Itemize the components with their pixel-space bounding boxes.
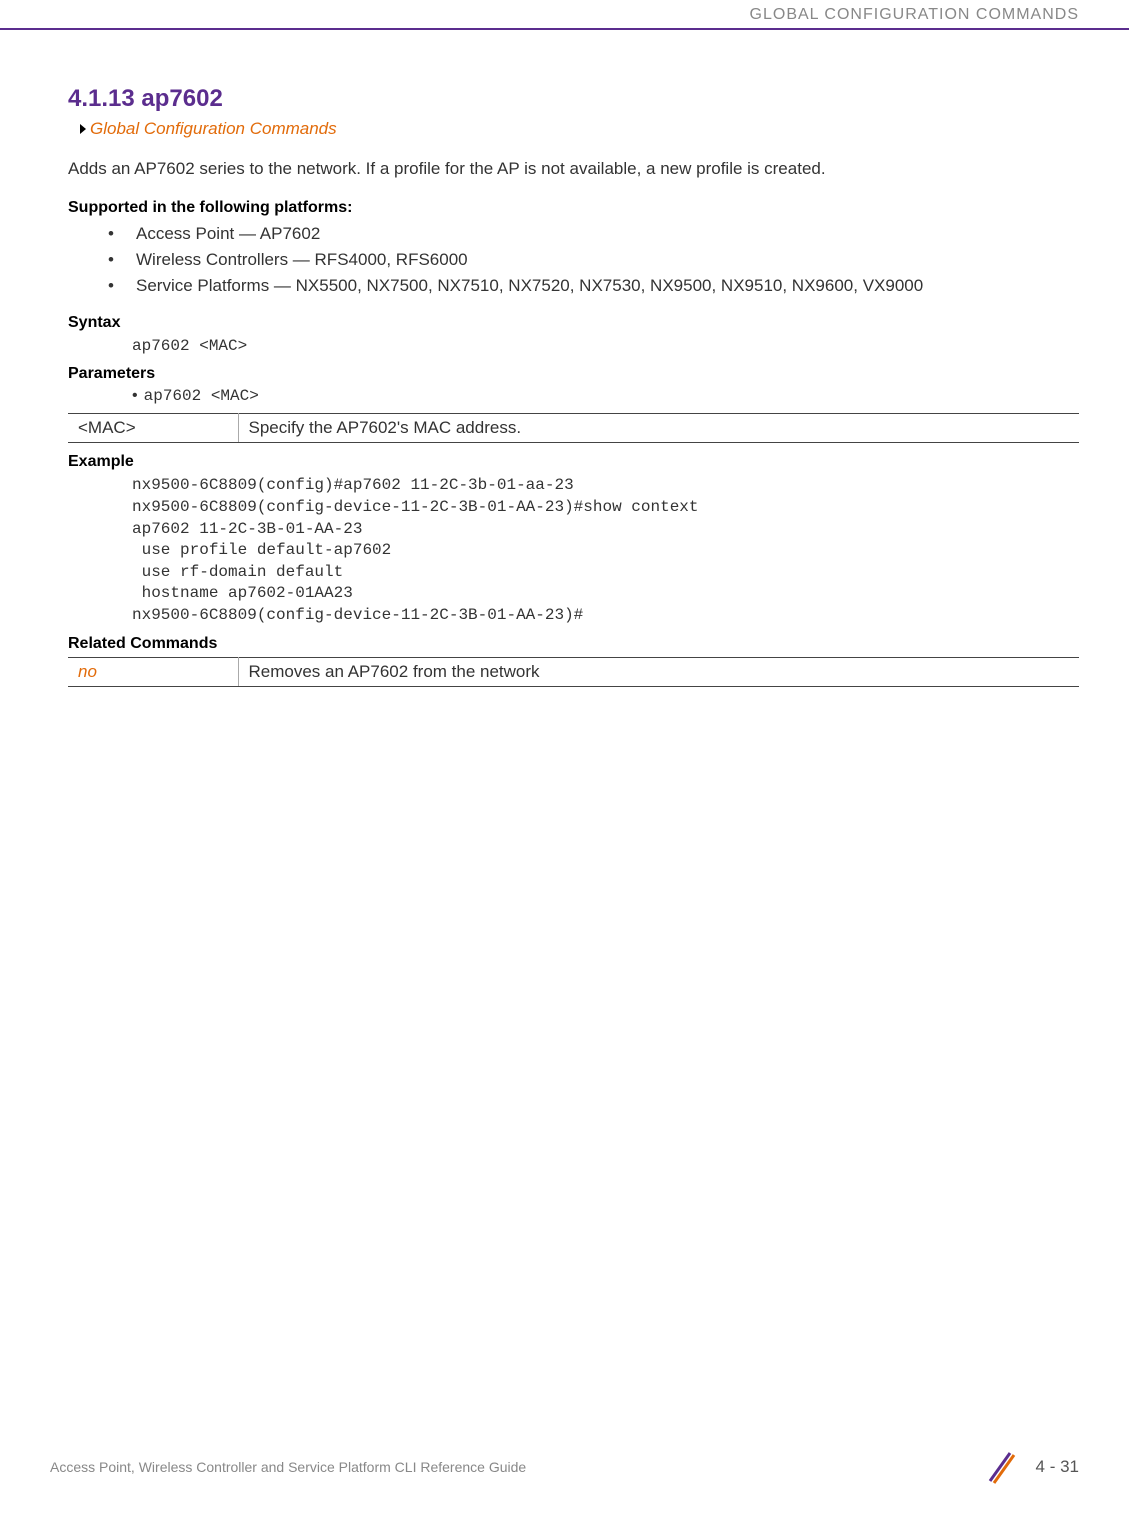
related-table: no Removes an AP7602 from the network — [68, 657, 1079, 687]
page-footer: Access Point, Wireless Controller and Se… — [50, 1449, 1079, 1485]
supported-heading: Supported in the following platforms: — [68, 199, 1079, 217]
section-title: 4.1.13 ap7602 — [68, 85, 1079, 113]
related-heading: Related Commands — [68, 635, 1079, 653]
supported-list: Access Point — AP7602 Wireless Controlle… — [108, 221, 1079, 300]
page-content: 4.1.13 ap7602 Global Configuration Comma… — [68, 85, 1079, 697]
list-item: Access Point — AP7602 — [108, 221, 1079, 247]
header-category: GLOBAL CONFIGURATION COMMANDS — [750, 6, 1079, 24]
list-item: Service Platforms — NX5500, NX7500, NX75… — [108, 273, 1079, 299]
arrow-right-icon — [80, 124, 86, 134]
parameters-bullet: •ap7602 <MAC> — [132, 387, 1079, 405]
breadcrumb-text: Global Configuration Commands — [90, 119, 337, 138]
header-divider — [0, 28, 1129, 30]
footer-text: Access Point, Wireless Controller and Se… — [50, 1459, 526, 1475]
parameters-bullet-text: ap7602 <MAC> — [144, 387, 259, 405]
syntax-heading: Syntax — [68, 314, 1079, 332]
table-cell-desc: Removes an AP7602 from the network — [238, 657, 1079, 686]
table-cell-param: <MAC> — [68, 414, 238, 443]
footer-right: 4 - 31 — [982, 1449, 1079, 1485]
parameters-heading: Parameters — [68, 365, 1079, 383]
list-item: Wireless Controllers — RFS4000, RFS6000 — [108, 247, 1079, 273]
parameters-table: <MAC> Specify the AP7602's MAC address. — [68, 413, 1079, 443]
example-heading: Example — [68, 453, 1079, 471]
table-row: <MAC> Specify the AP7602's MAC address. — [68, 414, 1079, 443]
table-cell-desc: Specify the AP7602's MAC address. — [238, 414, 1079, 443]
syntax-code: ap7602 <MAC> — [132, 336, 1079, 358]
slash-icon — [982, 1449, 1018, 1485]
section-description: Adds an AP7602 series to the network. If… — [68, 157, 1079, 181]
breadcrumb[interactable]: Global Configuration Commands — [80, 119, 1079, 139]
table-row: no Removes an AP7602 from the network — [68, 657, 1079, 686]
related-link[interactable]: no — [78, 662, 97, 681]
example-code: nx9500-6C8809(config)#ap7602 11-2C-3b-01… — [132, 475, 1079, 626]
page-number: 4 - 31 — [1036, 1457, 1079, 1477]
table-cell-cmd[interactable]: no — [68, 657, 238, 686]
